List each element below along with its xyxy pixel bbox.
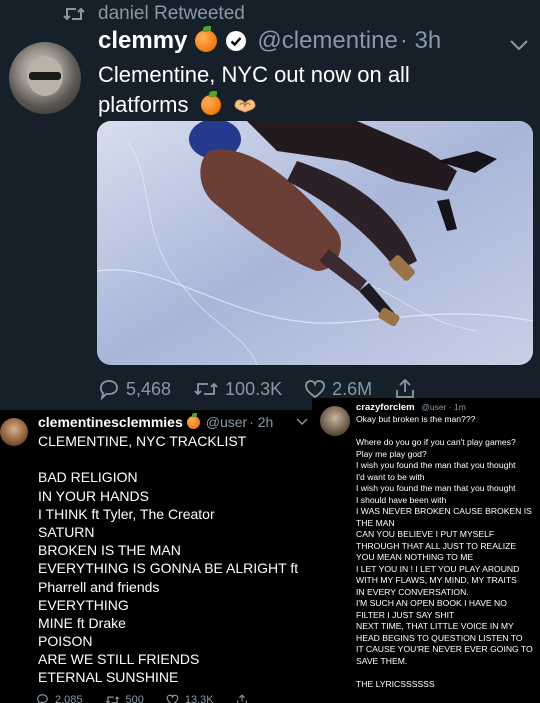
reply-icon [100,380,118,400]
verified-badge-icon [226,31,247,51]
album-cover-image [97,121,533,365]
reply-count: 2,085 [55,693,83,703]
lyric-line: THE LYRICSSSSSS [356,678,435,689]
avatar[interactable] [0,418,28,446]
tweet-text-line: platforms [98,92,189,117]
track-line: SATURN [38,523,95,540]
tracklist-tweet[interactable]: clementinesclemmies @user · 2h CLEMENTIN… [0,410,312,703]
lyric-line: IT CAUSE YOU'RE NEVER EVER GOING TO [356,644,533,654]
lyric-line: I WAS NEVER BROKEN CAUSE BROKEN IS [356,506,532,516]
heart-icon [305,380,326,399]
track-line: MINE ft Drake [38,614,126,631]
lyric-line: WITH MY FLAWS, MY MIND, MY TRAITS [356,575,517,585]
track-line: Pharrell and friends [38,578,160,595]
main-tweet[interactable]: daniel Retweeted clemmy @clementine · 3h… [0,0,540,410]
lyric-line: I wish you found the man that you though… [356,460,516,470]
tweet-actions: 2,085 500 13.3K [36,693,276,703]
track-line: IN YOUR HANDS [38,487,149,504]
track-line: EVERYTHING IS GONNA BE ALRIGHT ft [38,560,299,577]
reply-button[interactable]: 2,085 [36,693,83,703]
display-name[interactable]: clementinesclemmies [38,414,183,430]
tweet-text-line: Clementine, NYC out now on all [98,62,410,87]
heart-icon [166,694,179,703]
track-line: ETERNAL SUNSHINE [38,669,179,686]
tweet-text-line [356,426,540,438]
retweet-icon [63,7,85,21]
share-icon [396,378,415,398]
reply-button[interactable]: 5,468 [98,378,171,400]
peach-emoji-icon [200,91,221,115]
chevron-down-icon[interactable] [296,418,308,426]
lyric-line: Where do you go if you can't play games? [356,437,516,447]
handle[interactable]: @user [206,414,247,430]
chevron-down-icon[interactable] [508,38,530,52]
lyric-line: I'M SUCH AN OPEN BOOK I HAVE NO [356,598,507,608]
heart-hands-emoji-icon [234,99,256,113]
like-count: 13.3K [184,693,214,703]
share-button[interactable] [394,378,422,400]
lyric-line: CAN YOU BELIEVE I PUT MYSELF [356,529,495,539]
lyrics-text: Okay but broken is the man??? Where do y… [356,414,540,690]
display-name[interactable]: clemmy [98,27,187,55]
timestamp[interactable]: · 2h [249,414,273,430]
track-line: EVERYTHING [38,596,129,613]
handle[interactable]: @user · 1m [421,402,466,412]
track-line: POISON [38,633,93,650]
retweet-context: daniel Retweeted [62,3,245,25]
tweet-image[interactable] [97,121,533,365]
lyric-line: FILTER I JUST SAY SHIT [356,609,455,620]
track-line: I THINK ft Tyler, The Creator [38,505,215,522]
lyric-line: YOU MEAN NOTHING TO ME [356,552,474,562]
tweet-text-line: CLEMENTINE, NYC TRACKLIST [38,433,247,449]
lyric-line: THROUGH THAT ALL JUST TO REALIZE [356,540,517,551]
timestamp[interactable]: · 3h [400,27,441,55]
lyric-line: HEAD BEGINS TO QUESTION LISTEN TO [356,632,523,643]
like-count: 2.6M [332,378,373,399]
share-icon [236,693,247,703]
lyric-line: SAVE THEM. [356,655,408,666]
reply-icon [37,694,48,703]
peach-emoji-icon [195,26,218,52]
retweet-count: 500 [125,693,144,703]
retweet-button[interactable]: 100.3K [193,379,282,400]
track-line: BROKEN IS THE MAN [38,542,181,559]
track-line: ARE WE STILL FRIENDS [38,651,200,668]
avatar[interactable] [320,406,350,436]
lyric-line: I should have been with [356,494,447,505]
tracklist-text: CLEMENTINE, NYC TRACKLIST BAD RELIGION I… [38,432,298,687]
retweet-icon [194,382,218,396]
lyric-line: I LET YOU IN ! I LET YOU PLAY AROUND [356,563,520,574]
retweet-count: 100.3K [225,378,283,399]
handle[interactable]: @clementine [257,27,397,55]
retweet-button[interactable]: 500 [105,694,144,703]
lyric-line: Play me play god? [356,448,427,459]
display-name[interactable]: crazyforclem [356,402,415,413]
lyrics-tweet[interactable]: crazyforclem @user · 1m Okay but broken … [312,398,540,703]
avatar[interactable] [9,42,81,114]
lyric-line: I wish you found the man that you though… [356,483,516,493]
tweet-header: clementinesclemmies @user · 2h [38,412,273,430]
retweeted-by-text: daniel Retweeted [98,3,245,24]
tweet-text: Clementine, NYC out now on all platforms [98,60,518,120]
tweet-header: clemmy @clementine · 3h [98,26,441,55]
retweet-icon [105,695,119,703]
peach-emoji-icon [186,412,200,429]
lyric-line: I'd want to be with [356,471,425,482]
tweet-text-line [38,450,298,468]
share-button[interactable] [236,693,254,703]
tweet-actions: 5,468 100.3K 2.6M [98,378,518,400]
like-button[interactable]: 13.3K [166,694,214,703]
reply-count: 5,468 [126,378,172,399]
lyric-line: IN EVERY CONVERSATION. [356,586,469,597]
lyric-line: NEXT TIME, THAT LITTLE VOICE IN MY [356,621,514,631]
lyric-line [356,667,540,679]
lyric-line: THE MAN [356,517,395,528]
track-line: BAD RELIGION [38,469,138,486]
tweet-text-line: Okay but broken is the man??? [356,414,476,424]
like-button[interactable]: 2.6M [304,379,372,400]
tweet-header: crazyforclem @user · 1m [356,402,466,413]
